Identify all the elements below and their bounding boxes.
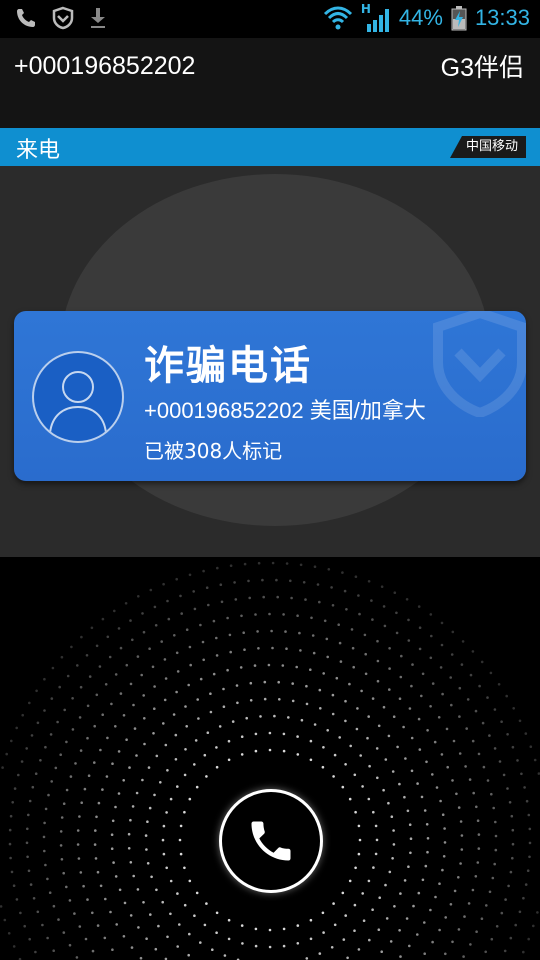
answer-ring-dots [0,561,540,960]
shield-watermark-icon [433,311,526,417]
download-icon [91,8,105,28]
status-left-icons [14,6,108,30]
incoming-label: 来电 [16,138,61,163]
fraud-warning-card: 诈骗电话 +000196852202 美国/加拿大 已被308人标记 [14,311,526,481]
fraud-title: 诈骗电话 [144,343,312,389]
app-name: G3伴侣 [440,54,524,82]
status-bar: H 44% 13:33 [0,0,540,38]
fraud-number-location: +000196852202 美国/加拿大 [144,398,426,423]
status-right-icons: H 44% 13:33 [323,2,530,32]
incoming-call-bar: 来电 中国移动 [0,128,540,166]
caller-number: +000196852202 [14,52,196,80]
user-silhouette-icon [49,371,107,434]
answer-call-button[interactable] [219,789,323,893]
phone-icon [17,9,35,27]
avatar [32,351,124,443]
fraud-marked-count: 已被308人标记 [144,439,283,463]
carrier-badge: 中国移动 [449,136,526,158]
battery-charging-icon [451,6,467,31]
signal-icon: H [361,2,391,32]
wifi-icon [323,6,352,30]
status-time: 13:33 [474,5,530,30]
shield-icon [52,6,74,30]
caller-header: +000196852202 G3伴侣 [0,38,540,128]
battery-percent: 44% [398,5,443,30]
phone-handset-icon [251,821,291,861]
